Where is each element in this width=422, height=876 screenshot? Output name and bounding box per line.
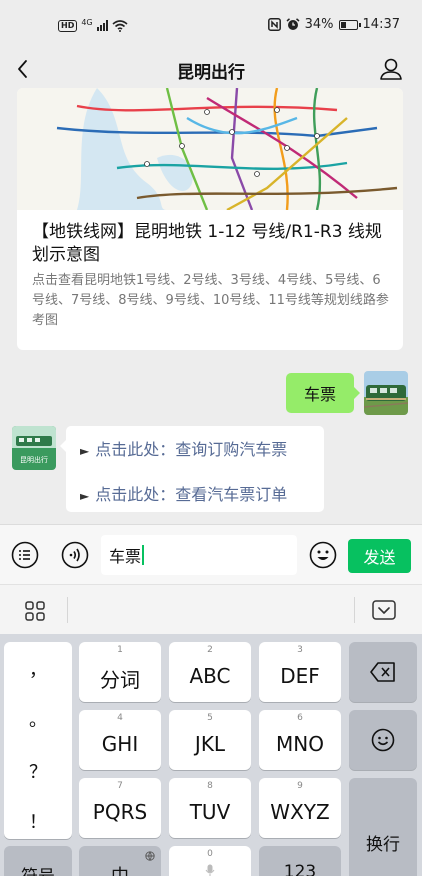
menu-list-icon[interactable] (11, 541, 39, 569)
microphone-icon (205, 864, 215, 876)
key-7[interactable]: 7 PQRS (79, 778, 161, 838)
battery-icon (338, 19, 361, 30)
key-number: 1 (117, 645, 123, 655)
bot-avatar-text: 昆明出行 (20, 455, 48, 464)
key-3[interactable]: 3 DEF (259, 642, 341, 702)
enter-key-label: 换行 (366, 835, 400, 855)
toolbar-divider (67, 597, 68, 623)
clock: 14:37 (362, 17, 400, 32)
status-right: 34% 14:37 (267, 17, 400, 32)
numeric-mode-key[interactable]: 123 (259, 846, 341, 876)
smiley-icon (371, 728, 395, 752)
wifi-icon (112, 19, 128, 32)
nav-bar: 昆明出行 (0, 52, 422, 88)
article-description: 点击查看昆明地铁1号线、2号线、3号线、4号线、5号线、6号线、7号线、8号线、… (32, 273, 389, 328)
message-input-value: 车票 (109, 547, 142, 566)
chinese-mode-key[interactable]: 中 (79, 846, 161, 876)
status-bar: HD 4G 34% 14:37 (0, 0, 422, 52)
chinese-mode-label: 中 (79, 862, 161, 876)
key-label: PQRS (92, 800, 148, 824)
triangle-right-icon: ► (80, 444, 90, 458)
key-8[interactable]: 8 TUV (169, 778, 251, 838)
key-number: 3 (297, 645, 303, 655)
key-label: MNO (276, 732, 324, 756)
key-label: 分词 (100, 668, 140, 692)
metro-map-image (17, 88, 403, 210)
alarm-icon (286, 18, 300, 30)
signal-icon (96, 20, 108, 31)
nfc-icon (267, 18, 281, 31)
article-title: 【地铁线网】昆明地铁 1-12 号线/R1-R3 线规划示意图 (32, 222, 382, 265)
punctuation-column[interactable]: ， 。 ？ ！ (4, 642, 72, 839)
enter-key[interactable]: 换行 (349, 778, 417, 876)
page-title: 昆明出行 (177, 63, 245, 83)
key-0-space[interactable]: 0 (169, 846, 251, 876)
globe-icon (145, 851, 155, 861)
exclamation-key[interactable]: ！ (4, 808, 72, 834)
key-number: 5 (207, 713, 213, 723)
key-number: 7 (117, 781, 123, 791)
key-label: ABC (189, 664, 231, 688)
key-5[interactable]: 5 JKL (169, 710, 251, 770)
grid-icon[interactable] (24, 600, 46, 622)
key-number: 0 (207, 849, 213, 859)
key-label: DEF (280, 664, 320, 688)
bus-ticket-orders-link[interactable]: ► 点击此处：查看汽车票订单 (80, 481, 287, 505)
key-label: WXYZ (270, 800, 330, 824)
toolbar-divider (354, 597, 355, 623)
key-number: 2 (207, 645, 213, 655)
key-label: JKL (194, 732, 226, 756)
key-number: 8 (207, 781, 213, 791)
period-key[interactable]: 。 (4, 706, 72, 732)
send-button[interactable]: 发送 (348, 539, 411, 573)
symbol-key-label: 符号 (4, 862, 72, 876)
person-icon[interactable] (376, 54, 406, 84)
emoji-key[interactable] (349, 710, 417, 770)
key-9[interactable]: 9 WXYZ (259, 778, 341, 838)
bus-ticket-query-link[interactable]: ► 点击此处：查询订购汽车票 (80, 436, 287, 460)
symbol-key[interactable]: 符号 (4, 846, 72, 876)
battery-percent: 34% (304, 17, 334, 32)
status-left: HD 4G (58, 18, 128, 33)
key-number: 6 (297, 713, 303, 723)
key-number: 9 (297, 781, 303, 791)
user-avatar[interactable] (364, 371, 408, 415)
bot-link-label: 点击此处：查询订购汽车票 (95, 440, 288, 459)
bot-message-bubble: ► 点击此处：查询订购汽车票 ► 点击此处：查看汽车票订单 (60, 426, 324, 512)
key-label: GHI (101, 732, 139, 756)
voice-icon[interactable] (61, 541, 89, 569)
comma-key[interactable]: ， (4, 656, 72, 682)
keyboard: ， 。 ？ ！ 1 分词 2 ABC 3 DEF 4 GHI 5 JKL 6 M… (0, 634, 422, 876)
bot-link-label: 点击此处：查看汽车票订单 (95, 485, 288, 504)
key-4[interactable]: 4 GHI (79, 710, 161, 770)
key-6[interactable]: 6 MNO (259, 710, 341, 770)
article-card[interactable]: 【地铁线网】昆明地铁 1-12 号线/R1-R3 线规划示意图 点击查看昆明地铁… (17, 88, 403, 350)
keyboard-toolbar (0, 584, 422, 634)
user-message-bubble[interactable]: 车票 (285, 373, 361, 413)
emoji-icon[interactable] (309, 541, 337, 569)
key-2[interactable]: 2 ABC (169, 642, 251, 702)
key-number: 4 (117, 713, 123, 723)
backspace-icon (370, 662, 395, 682)
question-key[interactable]: ？ (4, 758, 72, 784)
input-bar: 车票 发送 (0, 524, 422, 584)
backspace-key[interactable] (349, 642, 417, 702)
key-label: TUV (189, 800, 231, 824)
numeric-mode-label: 123 (283, 862, 317, 876)
message-input[interactable]: 车票 (101, 535, 297, 575)
collapse-keyboard-icon[interactable] (372, 600, 396, 620)
key-1[interactable]: 1 分词 (79, 642, 161, 702)
text-caret (142, 545, 145, 565)
chat-area[interactable]: 【地铁线网】昆明地铁 1-12 号线/R1-R3 线规划示意图 点击查看昆明地铁… (0, 88, 422, 524)
hd-voice-icon: HD (58, 19, 78, 32)
network-type: 4G (81, 18, 93, 27)
bot-avatar[interactable]: 昆明出行 (12, 426, 56, 470)
triangle-right-icon: ► (80, 489, 90, 503)
user-message-row: 车票 (285, 371, 408, 415)
